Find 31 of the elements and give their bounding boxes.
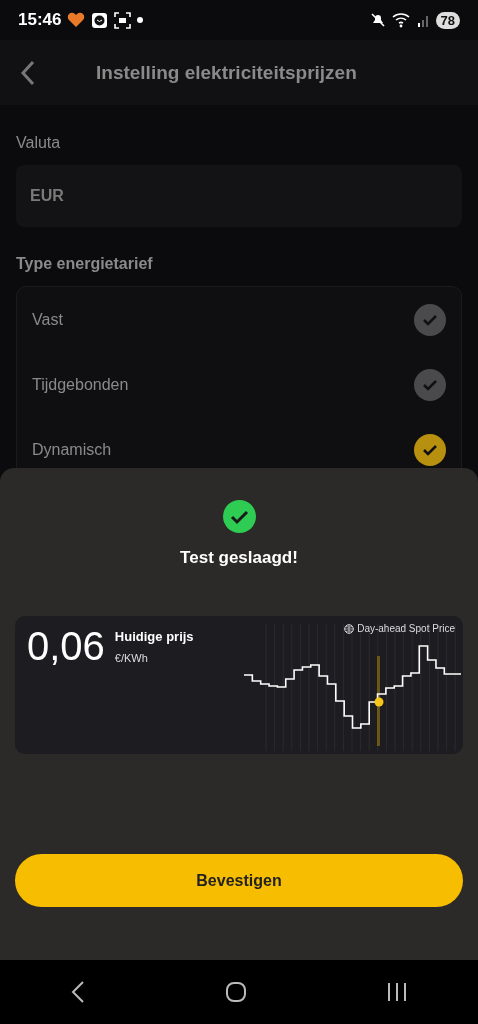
page-title: Instelling elektriciteitsprijzen (96, 61, 357, 84)
price-unit: €/KWh (114, 652, 149, 664)
smiley-icon (91, 11, 109, 29)
heart-icon (67, 12, 86, 28)
section-label: Type energietarief (16, 255, 154, 273)
scan-icon (114, 11, 132, 29)
option-label[interactable]: Dynamisch (32, 440, 112, 459)
field-label: Valuta (16, 134, 62, 152)
option-label[interactable]: Tijdgebonden (32, 375, 129, 394)
recents-icon[interactable] (386, 982, 409, 1002)
mute-icon (369, 12, 386, 28)
check-icon[interactable] (414, 433, 446, 466)
battery-level: 78 (435, 11, 460, 29)
check-icon[interactable] (414, 368, 446, 401)
home-icon[interactable] (225, 981, 247, 1003)
back-icon[interactable] (20, 59, 36, 86)
status-time: 15:46 (18, 10, 62, 30)
signal-icon (417, 13, 430, 27)
price-source: Day-ahead Spot Price (357, 623, 455, 634)
price-value: 0,06 (27, 626, 105, 670)
check-icon[interactable] (414, 303, 446, 336)
wifi-icon (391, 12, 412, 28)
globe-icon (344, 623, 355, 634)
dot-icon (137, 17, 144, 23)
option-label[interactable]: Vast (32, 310, 63, 329)
price-label: Huidige prijs (114, 629, 194, 644)
sheet-title: Test geslaagd! (180, 548, 298, 568)
confirm-button[interactable]: Bevestigen (15, 854, 463, 907)
currency-field[interactable]: EUR (16, 165, 462, 227)
success-icon (222, 500, 256, 533)
back-icon[interactable] (69, 980, 86, 1004)
